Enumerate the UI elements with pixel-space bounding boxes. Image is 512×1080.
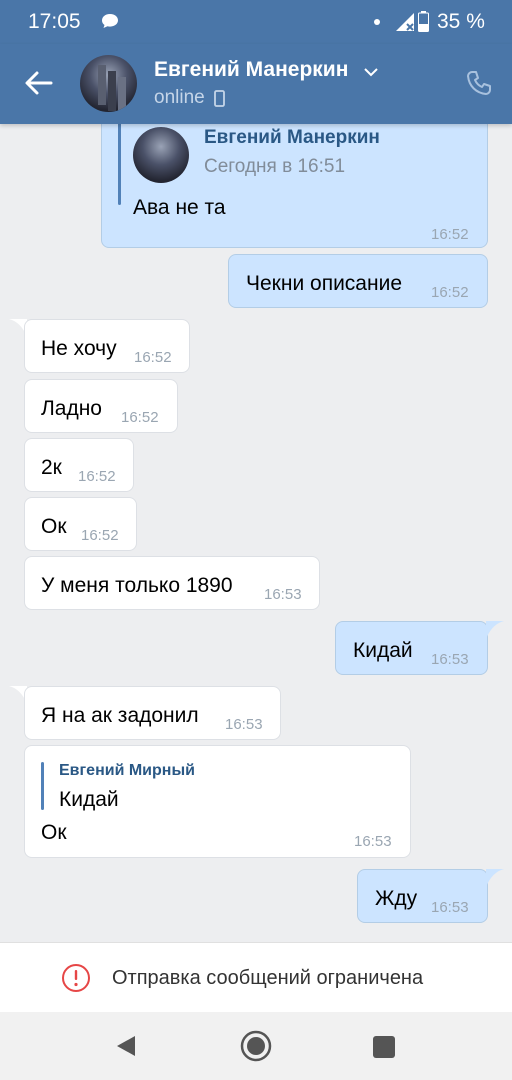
message-time: 16:53	[431, 899, 469, 916]
phone-call-icon[interactable]	[466, 70, 492, 96]
message-text: Не хочу	[41, 337, 117, 360]
messaging-restricted-bar: Отправка сообщений ограничена	[0, 942, 512, 1012]
reply-author[interactable]: Евгений Мирный	[59, 762, 195, 780]
contact-avatar[interactable]	[80, 55, 137, 112]
message-time: 16:53	[264, 586, 302, 603]
message-text: Ок	[41, 821, 67, 844]
message-time: 16:52	[134, 349, 172, 366]
message-time: 16:52	[121, 409, 159, 426]
message-bubble-incoming[interactable]: Я на ак задонил 16:53	[24, 686, 281, 740]
status-bar: 17:05 35 %	[0, 0, 512, 44]
message-text: У меня только 1890	[41, 574, 233, 597]
message-bubble-incoming[interactable]: 2к 16:52	[24, 438, 134, 492]
message-text: Я на ак задонил	[41, 704, 199, 727]
message-bubble-outgoing[interactable]: Жду 16:53	[357, 869, 488, 923]
forwarded-avatar	[133, 127, 189, 183]
contact-name[interactable]: Евгений Манеркин	[154, 58, 348, 82]
battery-percent: 35 %	[437, 10, 485, 33]
message-text: Жду	[375, 887, 418, 910]
system-nav-bar	[0, 1012, 512, 1080]
message-list[interactable]: Евгений Манеркин Сегодня в 16:51 Ава не …	[0, 124, 512, 942]
message-bubble-incoming[interactable]: У меня только 1890 16:53	[24, 556, 320, 610]
bubble-tail	[486, 869, 504, 887]
reply-quote-bar	[41, 762, 44, 810]
message-time: 16:52	[81, 527, 119, 544]
message-time: 16:52	[431, 226, 469, 243]
restriction-text: Отправка сообщений ограничена	[112, 967, 424, 989]
message-bubble-incoming[interactable]: Не хочу 16:52	[24, 319, 190, 373]
message-time: 16:53	[431, 651, 469, 668]
reply-text: Кидай	[59, 788, 119, 811]
message-time: 16:52	[431, 284, 469, 301]
message-bubble-outgoing[interactable]: Евгений Манеркин Сегодня в 16:51 Ава не …	[101, 124, 488, 248]
message-text: Ок	[41, 515, 67, 538]
message-bubble-outgoing[interactable]: Кидай 16:53	[335, 621, 488, 675]
chat-notification-icon	[102, 14, 118, 28]
warning-circle-icon	[62, 964, 90, 992]
message-time: 16:52	[78, 468, 116, 485]
nav-back-icon[interactable]	[115, 1034, 137, 1058]
reply-author[interactable]: Евгений Манеркин	[204, 127, 380, 149]
message-text: 2к	[41, 456, 62, 479]
message-text: Чекни описание	[246, 272, 402, 295]
message-time: 16:53	[225, 716, 263, 733]
nav-recents-icon[interactable]	[373, 1036, 395, 1058]
chat-header: Евгений Манеркин online	[0, 44, 512, 124]
mobile-device-icon	[214, 90, 225, 107]
chevron-down-icon[interactable]	[363, 66, 379, 78]
message-text: Ава не та	[133, 196, 226, 219]
back-arrow-icon[interactable]	[24, 68, 54, 98]
message-bubble-outgoing[interactable]: Чекни описание 16:52	[228, 254, 488, 308]
message-bubble-incoming[interactable]: Ладно 16:52	[24, 379, 178, 433]
message-text: Ладно	[41, 397, 102, 420]
battery-icon	[418, 11, 429, 32]
reply-date: Сегодня в 16:51	[204, 156, 346, 177]
reply-quote-bar	[118, 124, 121, 205]
status-time: 17:05	[28, 10, 81, 33]
message-text: Кидай	[353, 639, 413, 662]
bubble-tail	[486, 621, 504, 639]
nav-home-icon[interactable]	[240, 1030, 272, 1062]
contact-status: online	[154, 87, 205, 108]
message-time: 16:53	[354, 833, 392, 850]
notification-dot-icon	[374, 19, 380, 25]
message-bubble-incoming[interactable]: Евгений Мирный Кидай Ок 16:53	[24, 745, 411, 858]
message-bubble-incoming[interactable]: Ок 16:52	[24, 497, 137, 551]
signal-icon	[396, 13, 414, 31]
